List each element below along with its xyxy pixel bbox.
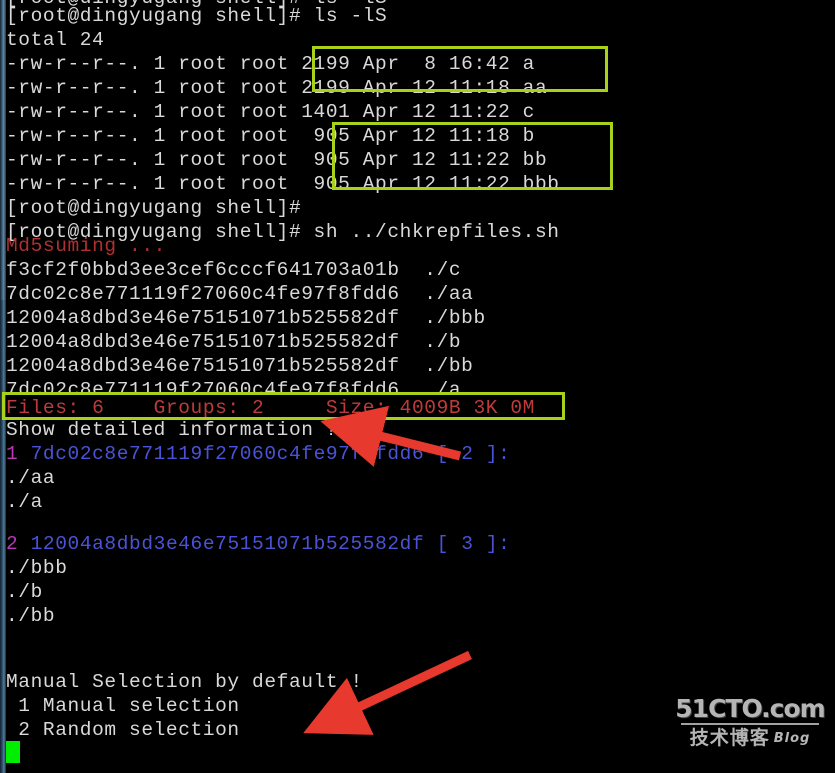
group-2-spacer2 bbox=[424, 533, 436, 555]
group-2-file-bb: ./bb bbox=[6, 605, 56, 627]
total-line: total 24 bbox=[6, 29, 105, 51]
group-1-hash: 7dc02c8e771119f27060c4fe97f8fdd6 bbox=[30, 443, 425, 465]
watermark-blog-text: Blog bbox=[773, 731, 811, 746]
summary-line: Files: 6 Groups: 2 Size: 4009B 3K 0M bbox=[6, 397, 535, 419]
ls-row-c: -rw-r--r--. 1 root root 1401 Apr 12 11:2… bbox=[6, 101, 535, 123]
group-2-file-bbb: ./bbb bbox=[6, 557, 68, 579]
group-1-file-a: ./a bbox=[6, 491, 43, 513]
md5suming-status: Md5suming ... bbox=[6, 235, 166, 257]
group-1-file-aa: ./aa bbox=[6, 467, 56, 489]
option-random-selection[interactable]: 2 Random selection bbox=[6, 718, 240, 742]
md5-row-aa: 7dc02c8e771119f27060c4fe97f8fdd6 ./aa bbox=[6, 283, 474, 305]
group-2-spacer bbox=[18, 533, 30, 555]
show-detail-question: Show detailed information ? bbox=[6, 419, 339, 441]
terminal-screenshot: [root@dingyugang shell]# ls -lS [root@di… bbox=[0, 0, 835, 773]
watermark: 51CTO.com 技术博客 Blog bbox=[675, 695, 825, 761]
group-2-file-b: ./b bbox=[6, 581, 43, 603]
group-1-spacer2 bbox=[424, 443, 436, 465]
group-2-hash: 12004a8dbd3e46e75151071b525582df bbox=[30, 533, 425, 555]
prompt-line-empty: [root@dingyugang shell]# bbox=[6, 197, 302, 219]
ls-row-bb: -rw-r--r--. 1 root root 905 Apr 12 11:22… bbox=[6, 149, 548, 171]
md5-row-b: 12004a8dbd3e46e75151071b525582df ./b bbox=[6, 331, 462, 353]
ls-row-bbb: -rw-r--r--. 1 root root 905 Apr 12 11:22… bbox=[6, 173, 560, 195]
terminal-output[interactable]: [root@dingyugang shell]# ls -lS total 24… bbox=[6, 0, 835, 773]
group-1-spacer bbox=[18, 443, 30, 465]
group-1-count: [ 2 ]: bbox=[436, 443, 511, 465]
watermark-site: 51CTO.com bbox=[675, 694, 825, 723]
group-2-header: 2 12004a8dbd3e46e75151071b525582df [ 3 ]… bbox=[6, 532, 510, 556]
group-1-index: 1 bbox=[6, 443, 19, 465]
text-cursor bbox=[6, 741, 20, 763]
md5-row-c: f3cf2f0bbd3ee3cef6cccf641703a01b ./c bbox=[6, 259, 462, 281]
watermark-tagline-text: 技术博客 bbox=[689, 727, 770, 749]
ls-row-aa: -rw-r--r--. 1 root root 2199 Apr 12 11:1… bbox=[6, 77, 548, 99]
group-1-header: 1 7dc02c8e771119f27060c4fe97f8fdd6 [ 2 ]… bbox=[6, 442, 510, 466]
ls-row-b: -rw-r--r--. 1 root root 905 Apr 12 11:18… bbox=[6, 125, 535, 147]
manual-selection-banner: Manual Selection by default ! bbox=[6, 671, 363, 693]
md5-row-bb: 12004a8dbd3e46e75151071b525582df ./bb bbox=[6, 355, 474, 377]
watermark-divider bbox=[681, 723, 819, 725]
group-2-index: 2 bbox=[6, 533, 19, 555]
md5-row-bbb: 12004a8dbd3e46e75151071b525582df ./bbb bbox=[6, 307, 486, 329]
ls-row-a: -rw-r--r--. 1 root root 2199 Apr 8 16:42… bbox=[6, 53, 535, 75]
watermark-tagline: 技术博客 Blog bbox=[675, 727, 825, 750]
prompt-line-ls: [root@dingyugang shell]# ls -lS bbox=[6, 5, 388, 27]
option-manual-selection[interactable]: 1 Manual selection bbox=[6, 694, 240, 718]
group-2-count: [ 3 ]: bbox=[436, 533, 511, 555]
